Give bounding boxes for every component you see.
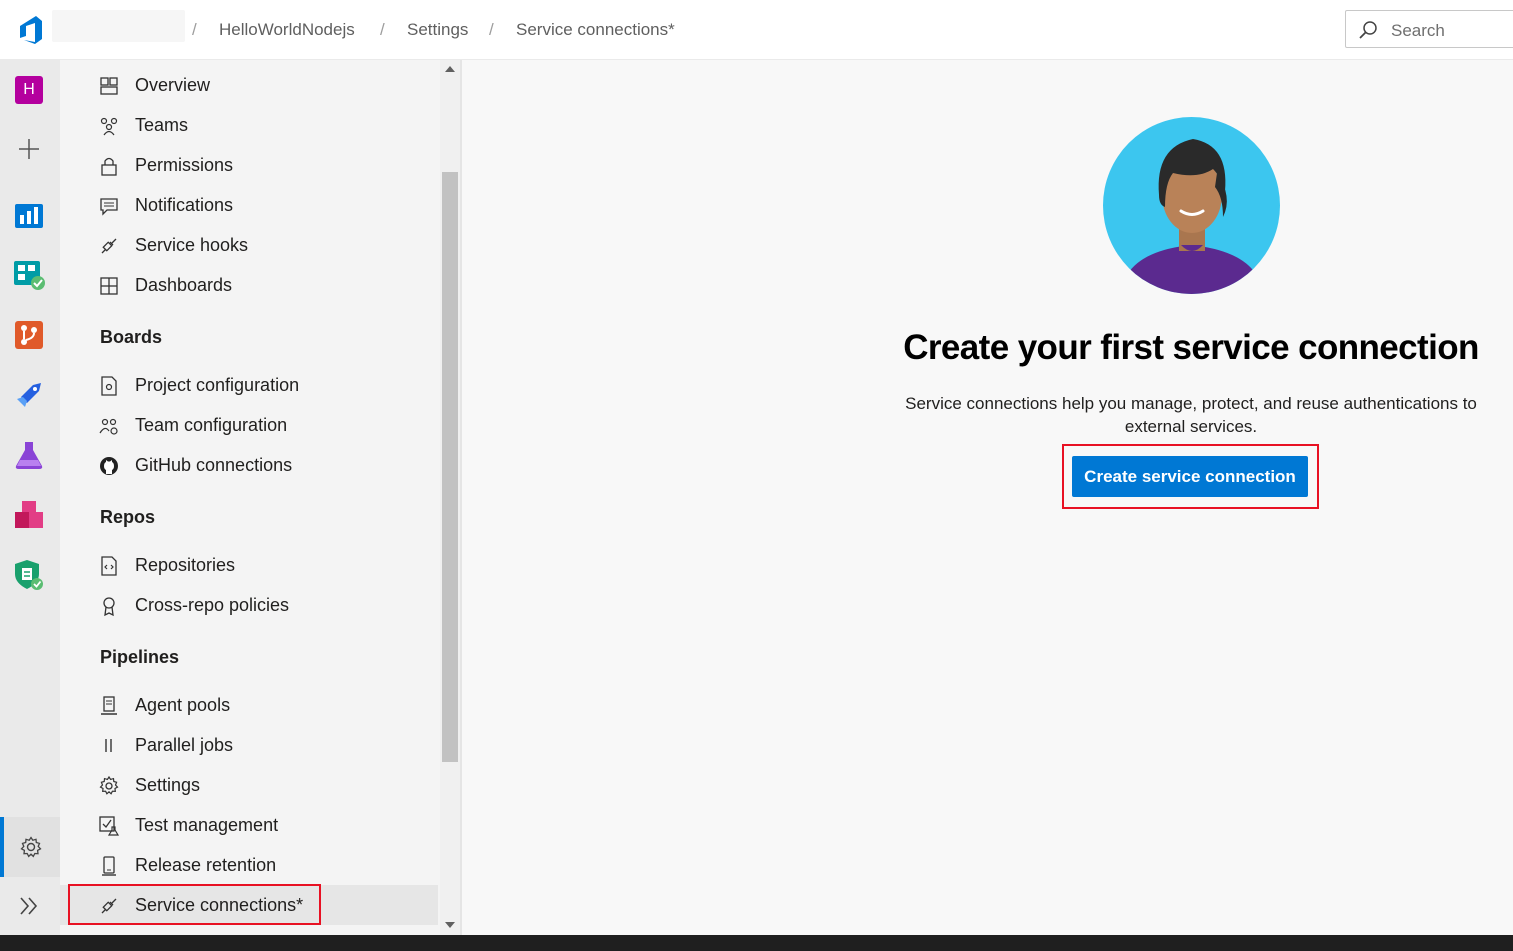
- settings-sidenav: Overview Teams Permissions Notifications…: [60, 60, 440, 935]
- highlight-box-create-button: [1062, 444, 1319, 509]
- parallel-icon: [105, 739, 112, 752]
- repo-icon: [101, 556, 117, 576]
- nav-item-release-retention[interactable]: Release retention: [60, 845, 438, 885]
- breadcrumb-separator: /: [489, 20, 494, 39]
- main-content: [462, 60, 1513, 935]
- breadcrumb-separator: /: [192, 20, 197, 39]
- breadcrumb-service-connections[interactable]: Service connections*: [516, 20, 675, 40]
- gear-icon: [20, 836, 42, 858]
- team-config-icon: [99, 418, 118, 435]
- policy-badge-icon: [103, 597, 115, 617]
- nav-item-service-hooks[interactable]: Service hooks: [60, 225, 438, 265]
- nav-item-test-management[interactable]: Test management: [60, 805, 438, 845]
- app-rail: H: [0, 60, 60, 935]
- scroll-down-arrow-icon[interactable]: [445, 922, 455, 928]
- notification-icon: [100, 198, 118, 216]
- project-avatar[interactable]: H: [13, 74, 45, 106]
- empty-state-title: Create your first service connection: [903, 328, 1479, 367]
- highlight-box-service-connections: [68, 884, 321, 925]
- section-heading-repos: Repos: [100, 507, 156, 527]
- expand-chevron-icon[interactable]: [13, 890, 45, 922]
- dashboard-icon: [100, 277, 118, 295]
- search-box[interactable]: Search: [1345, 10, 1513, 48]
- top-bar: / HelloWorldNodejs / Settings / Service …: [0, 0, 1513, 60]
- sidenav-scrollbar[interactable]: [440, 60, 460, 935]
- nav-item-project-configuration[interactable]: Project configuration: [60, 365, 438, 405]
- person-illustration-icon: [1103, 117, 1280, 294]
- section-heading-boards: Boards: [100, 327, 163, 347]
- project-config-icon: [101, 376, 117, 396]
- section-heading-pipelines: Pipelines: [100, 647, 180, 667]
- test-plans-hub-icon[interactable]: [13, 439, 45, 471]
- nav-item-team-configuration[interactable]: Team configuration: [60, 405, 438, 445]
- scrollbar-thumb[interactable]: [442, 172, 458, 762]
- gear-icon: [99, 775, 119, 795]
- breadcrumb-separator: /: [380, 20, 385, 39]
- scroll-up-arrow-icon[interactable]: [445, 66, 455, 72]
- phone-icon: [102, 856, 116, 876]
- azure-devops-logo-icon[interactable]: [16, 15, 46, 45]
- nav-item-parallel-jobs[interactable]: Parallel jobs: [60, 725, 438, 765]
- project-settings-button[interactable]: [0, 817, 60, 877]
- search-icon: [1359, 21, 1377, 39]
- plug-icon: [101, 238, 117, 254]
- overview-hub-icon[interactable]: [13, 199, 45, 231]
- artifacts-hub-icon[interactable]: [13, 499, 45, 531]
- add-icon[interactable]: [13, 133, 45, 165]
- test-icon: [99, 816, 120, 836]
- nav-item-notifications[interactable]: Notifications: [60, 185, 438, 225]
- nav-item-repositories[interactable]: Repositories: [60, 545, 438, 585]
- lock-icon: [101, 157, 117, 176]
- nav-item-agent-pools[interactable]: Agent pools: [60, 685, 438, 725]
- boards-hub-icon[interactable]: [13, 259, 45, 291]
- agent-pool-icon: [101, 696, 117, 715]
- organization-name[interactable]: [52, 10, 185, 42]
- nav-item-teams[interactable]: Teams: [60, 105, 438, 145]
- nav-item-cross-repo-policies[interactable]: Cross-repo policies: [60, 585, 438, 625]
- empty-state-description: Service connections help you manage, pro…: [905, 394, 1477, 436]
- overview-icon: [100, 77, 118, 95]
- teams-icon: [100, 117, 118, 136]
- nav-item-dashboards[interactable]: Dashboards: [60, 265, 438, 305]
- github-icon: [100, 457, 118, 475]
- nav-item-github-connections[interactable]: GitHub connections: [60, 445, 438, 485]
- os-taskbar: [0, 935, 1513, 951]
- search-placeholder: Search: [1391, 21, 1445, 40]
- repos-hub-icon[interactable]: [13, 319, 45, 351]
- nav-item-settings[interactable]: Settings: [60, 765, 438, 805]
- breadcrumb-project[interactable]: HelloWorldNodejs: [219, 20, 355, 40]
- nav-item-overview[interactable]: Overview: [60, 65, 438, 105]
- nav-item-permissions[interactable]: Permissions: [60, 145, 438, 185]
- pipelines-hub-icon[interactable]: [13, 379, 45, 411]
- breadcrumb-settings[interactable]: Settings: [407, 20, 468, 40]
- security-hub-icon[interactable]: [13, 559, 45, 591]
